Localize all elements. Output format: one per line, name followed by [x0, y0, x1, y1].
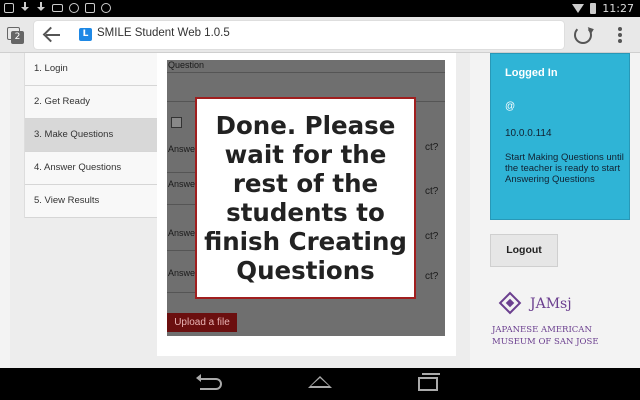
browser-toolbar: 2 L SMILE Student Web 1.0.5: [0, 17, 640, 53]
cloud-icon: [101, 3, 111, 13]
download-icon: [20, 2, 30, 14]
logo-line-1: JAPANESE AMERICAN: [492, 325, 592, 335]
android-nav-bar: [0, 368, 640, 400]
nav-item-make-questions[interactable]: 3. Make Questions: [25, 119, 158, 152]
overflow-menu-icon[interactable]: [618, 27, 622, 43]
answer-label: Answer: [168, 228, 199, 238]
museum-logo: JAMsj JAPANESE AMERICAN MUSEUM OF SAN JO…: [490, 291, 610, 355]
answer-label: Answer: [168, 268, 199, 278]
question-field[interactable]: [167, 72, 445, 73]
status-message: Start Making Questions until the teacher…: [505, 152, 624, 185]
status-panel: Logged In @ 10.0.0.114 Start Making Ques…: [490, 53, 630, 220]
nav-item-answer-questions[interactable]: 4. Answer Questions: [25, 152, 158, 185]
back-arrow-icon[interactable]: [42, 25, 64, 45]
back-icon[interactable]: [196, 374, 222, 390]
download-icon: [36, 2, 46, 14]
reload-icon[interactable]: [574, 26, 592, 44]
question-label: Question: [168, 60, 205, 70]
address-bar[interactable]: L SMILE Student Web 1.0.5: [34, 21, 564, 49]
system-icons: 11:27: [572, 2, 634, 15]
image-upload-icon[interactable]: [171, 117, 182, 128]
android-status-bar: 11:27: [0, 0, 640, 17]
check-icon: [85, 3, 95, 13]
answer-label: Answer: [168, 144, 199, 154]
clock: 11:27: [602, 2, 634, 15]
gmail-icon: [52, 4, 63, 12]
logout-button[interactable]: Logout: [490, 234, 558, 267]
logo-mark: JAMsj: [530, 296, 572, 312]
wifi-icon: [572, 4, 585, 13]
status-ip: 10.0.0.114: [505, 128, 552, 139]
step-nav: 1. Login 2. Get Ready 3. Make Questions …: [24, 53, 158, 218]
correct-label: ct?: [425, 271, 439, 282]
nav-item-view-results[interactable]: 5. View Results: [25, 185, 158, 218]
answer-label: Answer: [168, 179, 199, 189]
waiting-message: Done. Please wait for the rest of the st…: [204, 111, 407, 285]
nav-item-login[interactable]: 1. Login: [25, 53, 158, 86]
upload-file-button[interactable]: Upload a file: [167, 313, 237, 332]
page-title[interactable]: SMILE Student Web 1.0.5: [97, 27, 230, 39]
correct-label: ct?: [425, 142, 439, 153]
recent-apps-icon[interactable]: [418, 373, 440, 391]
tab-switcher-button[interactable]: 2: [7, 27, 24, 44]
notification-icons: [4, 2, 111, 14]
battery-icon: [590, 3, 597, 14]
sync-icon: [69, 3, 79, 13]
logo-emblem-icon: [498, 291, 522, 315]
status-title: Logged In: [505, 67, 558, 79]
correct-label: ct?: [425, 186, 439, 197]
nav-item-get-ready[interactable]: 2. Get Ready: [25, 86, 158, 119]
home-icon[interactable]: [308, 376, 332, 390]
logo-line-2: MUSEUM OF SAN JOSE: [492, 337, 599, 347]
tab-count: 2: [11, 31, 24, 44]
waiting-dialog: Done. Please wait for the rest of the st…: [195, 97, 416, 299]
image-icon: [4, 3, 14, 13]
correct-label: ct?: [425, 231, 439, 242]
favicon-icon: L: [79, 28, 92, 41]
status-user: @: [505, 101, 516, 112]
